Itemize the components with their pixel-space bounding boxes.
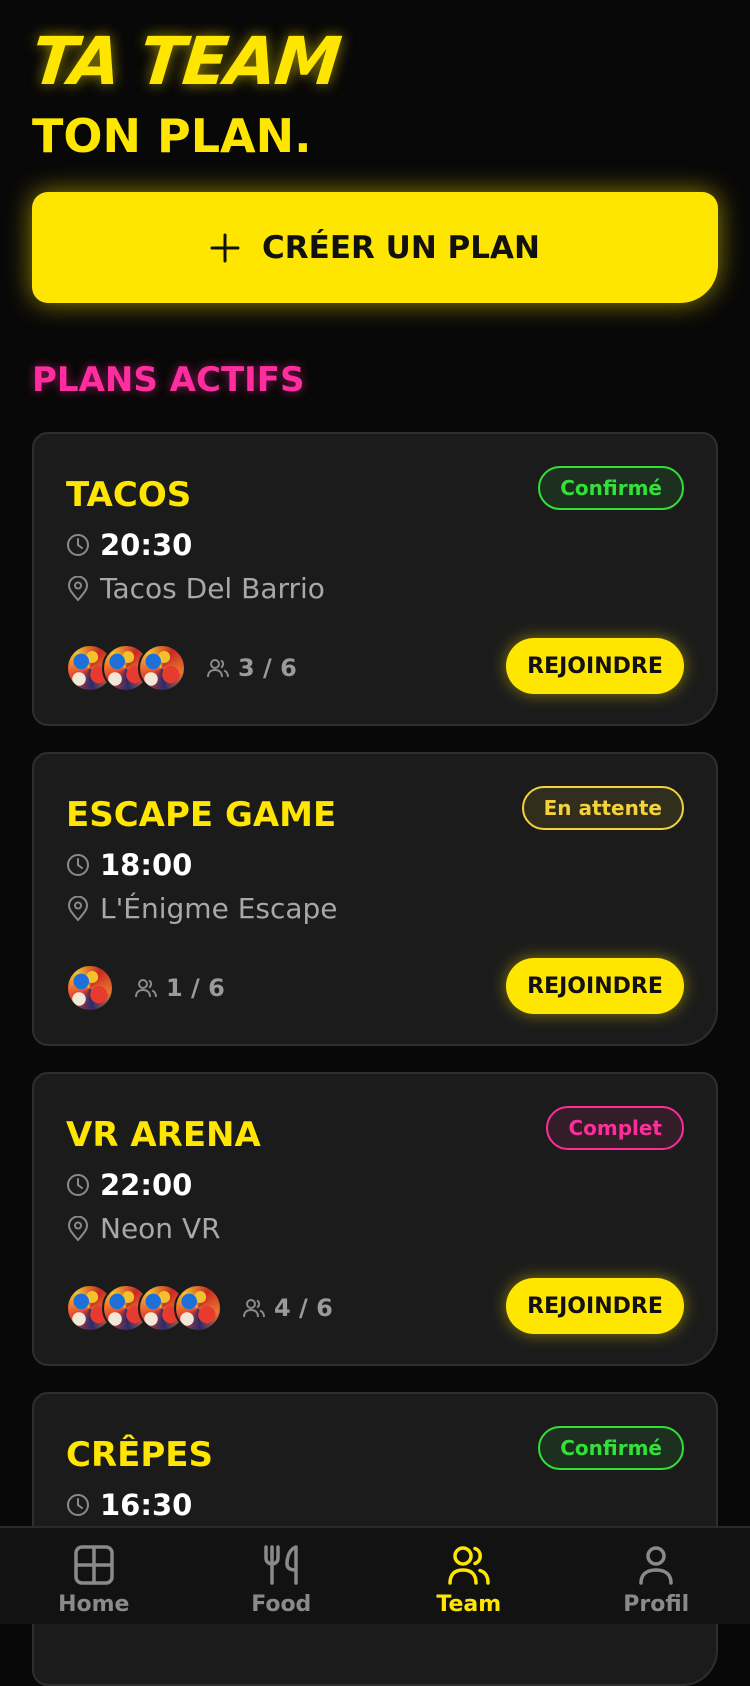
- plan-time-row: 16:30: [66, 1488, 192, 1522]
- member-avatars: 4 / 6: [66, 1284, 333, 1332]
- avatar: [174, 1284, 222, 1332]
- plan-title: TACOS: [66, 474, 191, 516]
- clock-icon: [66, 1493, 90, 1517]
- hero-title: TA TEAM: [28, 22, 343, 102]
- member-count-text: 1 / 6: [166, 974, 225, 1002]
- member-avatars: 3 / 6: [66, 644, 297, 692]
- clock-icon: [66, 533, 90, 557]
- nav-item-team[interactable]: Team: [375, 1528, 563, 1624]
- plan-location-row: Neon VR: [66, 1212, 221, 1245]
- plan-time-row: 18:00: [66, 848, 192, 882]
- plus-icon: [210, 233, 240, 263]
- plan-time: 16:30: [100, 1488, 192, 1522]
- member-count-text: 4 / 6: [274, 1294, 333, 1322]
- status-badge: En attente: [522, 786, 684, 830]
- plan-card-tacos[interactable]: TACOS Confirmé 20:30 Tacos Del Barrio 3 …: [32, 432, 718, 726]
- clock-icon: [66, 1173, 90, 1197]
- status-badge: Confirmé: [538, 1426, 684, 1470]
- map-pin-icon: [66, 1216, 90, 1242]
- plan-title: ESCAPE GAME: [66, 794, 336, 836]
- plan-time: 18:00: [100, 848, 192, 882]
- plan-location: Neon VR: [100, 1212, 221, 1245]
- clock-icon: [66, 853, 90, 877]
- member-avatars: 1 / 6: [66, 964, 225, 1012]
- plan-location-row: L'Énigme Escape: [66, 892, 338, 925]
- nav-item-food[interactable]: Food: [188, 1528, 376, 1624]
- user-icon: [635, 1544, 677, 1586]
- plan-time: 22:00: [100, 1168, 192, 1202]
- map-pin-icon: [66, 896, 90, 922]
- member-count: 1 / 6: [134, 974, 225, 1002]
- plan-card-vr-arena[interactable]: VR ARENA Complet 22:00 Neon VR 4 / 6 REJ…: [32, 1072, 718, 1366]
- member-count: 4 / 6: [242, 1294, 333, 1322]
- nav-label: Team: [436, 1592, 501, 1617]
- fork-knife-icon: [260, 1544, 302, 1586]
- nav-label: Home: [58, 1592, 129, 1617]
- nav-label: Profil: [623, 1592, 689, 1617]
- users-icon: [206, 657, 230, 679]
- plan-title: VR ARENA: [66, 1114, 261, 1156]
- plan-location: Tacos Del Barrio: [100, 572, 325, 605]
- status-badge: Complet: [546, 1106, 684, 1150]
- avatar: [138, 644, 186, 692]
- grid-icon: [73, 1544, 115, 1586]
- map-pin-icon: [66, 576, 90, 602]
- avatar: [66, 964, 114, 1012]
- status-badge: Confirmé: [538, 466, 684, 510]
- users-icon: [134, 977, 158, 999]
- bottom-nav: Home Food Team Profil: [0, 1526, 750, 1624]
- member-count: 3 / 6: [206, 654, 297, 682]
- hero-subtitle: TON PLAN.: [32, 108, 312, 164]
- plan-time: 20:30: [100, 528, 192, 562]
- create-plan-label: CRÉER UN PLAN: [262, 230, 540, 266]
- create-plan-button[interactable]: CRÉER UN PLAN: [32, 192, 718, 303]
- plan-title: CRÊPES: [66, 1434, 213, 1476]
- users-icon: [242, 1297, 266, 1319]
- join-button[interactable]: REJOINDRE: [506, 1278, 684, 1334]
- nav-label: Food: [251, 1592, 311, 1617]
- member-count-text: 3 / 6: [238, 654, 297, 682]
- nav-item-profil[interactable]: Profil: [563, 1528, 750, 1624]
- section-title-active-plans: PLANS ACTIFS: [32, 358, 305, 402]
- plan-location: L'Énigme Escape: [100, 892, 338, 925]
- join-button[interactable]: REJOINDRE: [506, 958, 684, 1014]
- join-button[interactable]: REJOINDRE: [506, 638, 684, 694]
- nav-item-home[interactable]: Home: [0, 1528, 188, 1624]
- plan-card-escape-game[interactable]: ESCAPE GAME En attente 18:00 L'Énigme Es…: [32, 752, 718, 1046]
- plan-location-row: Tacos Del Barrio: [66, 572, 325, 605]
- plan-time-row: 22:00: [66, 1168, 192, 1202]
- plan-time-row: 20:30: [66, 528, 192, 562]
- users-icon: [447, 1544, 491, 1586]
